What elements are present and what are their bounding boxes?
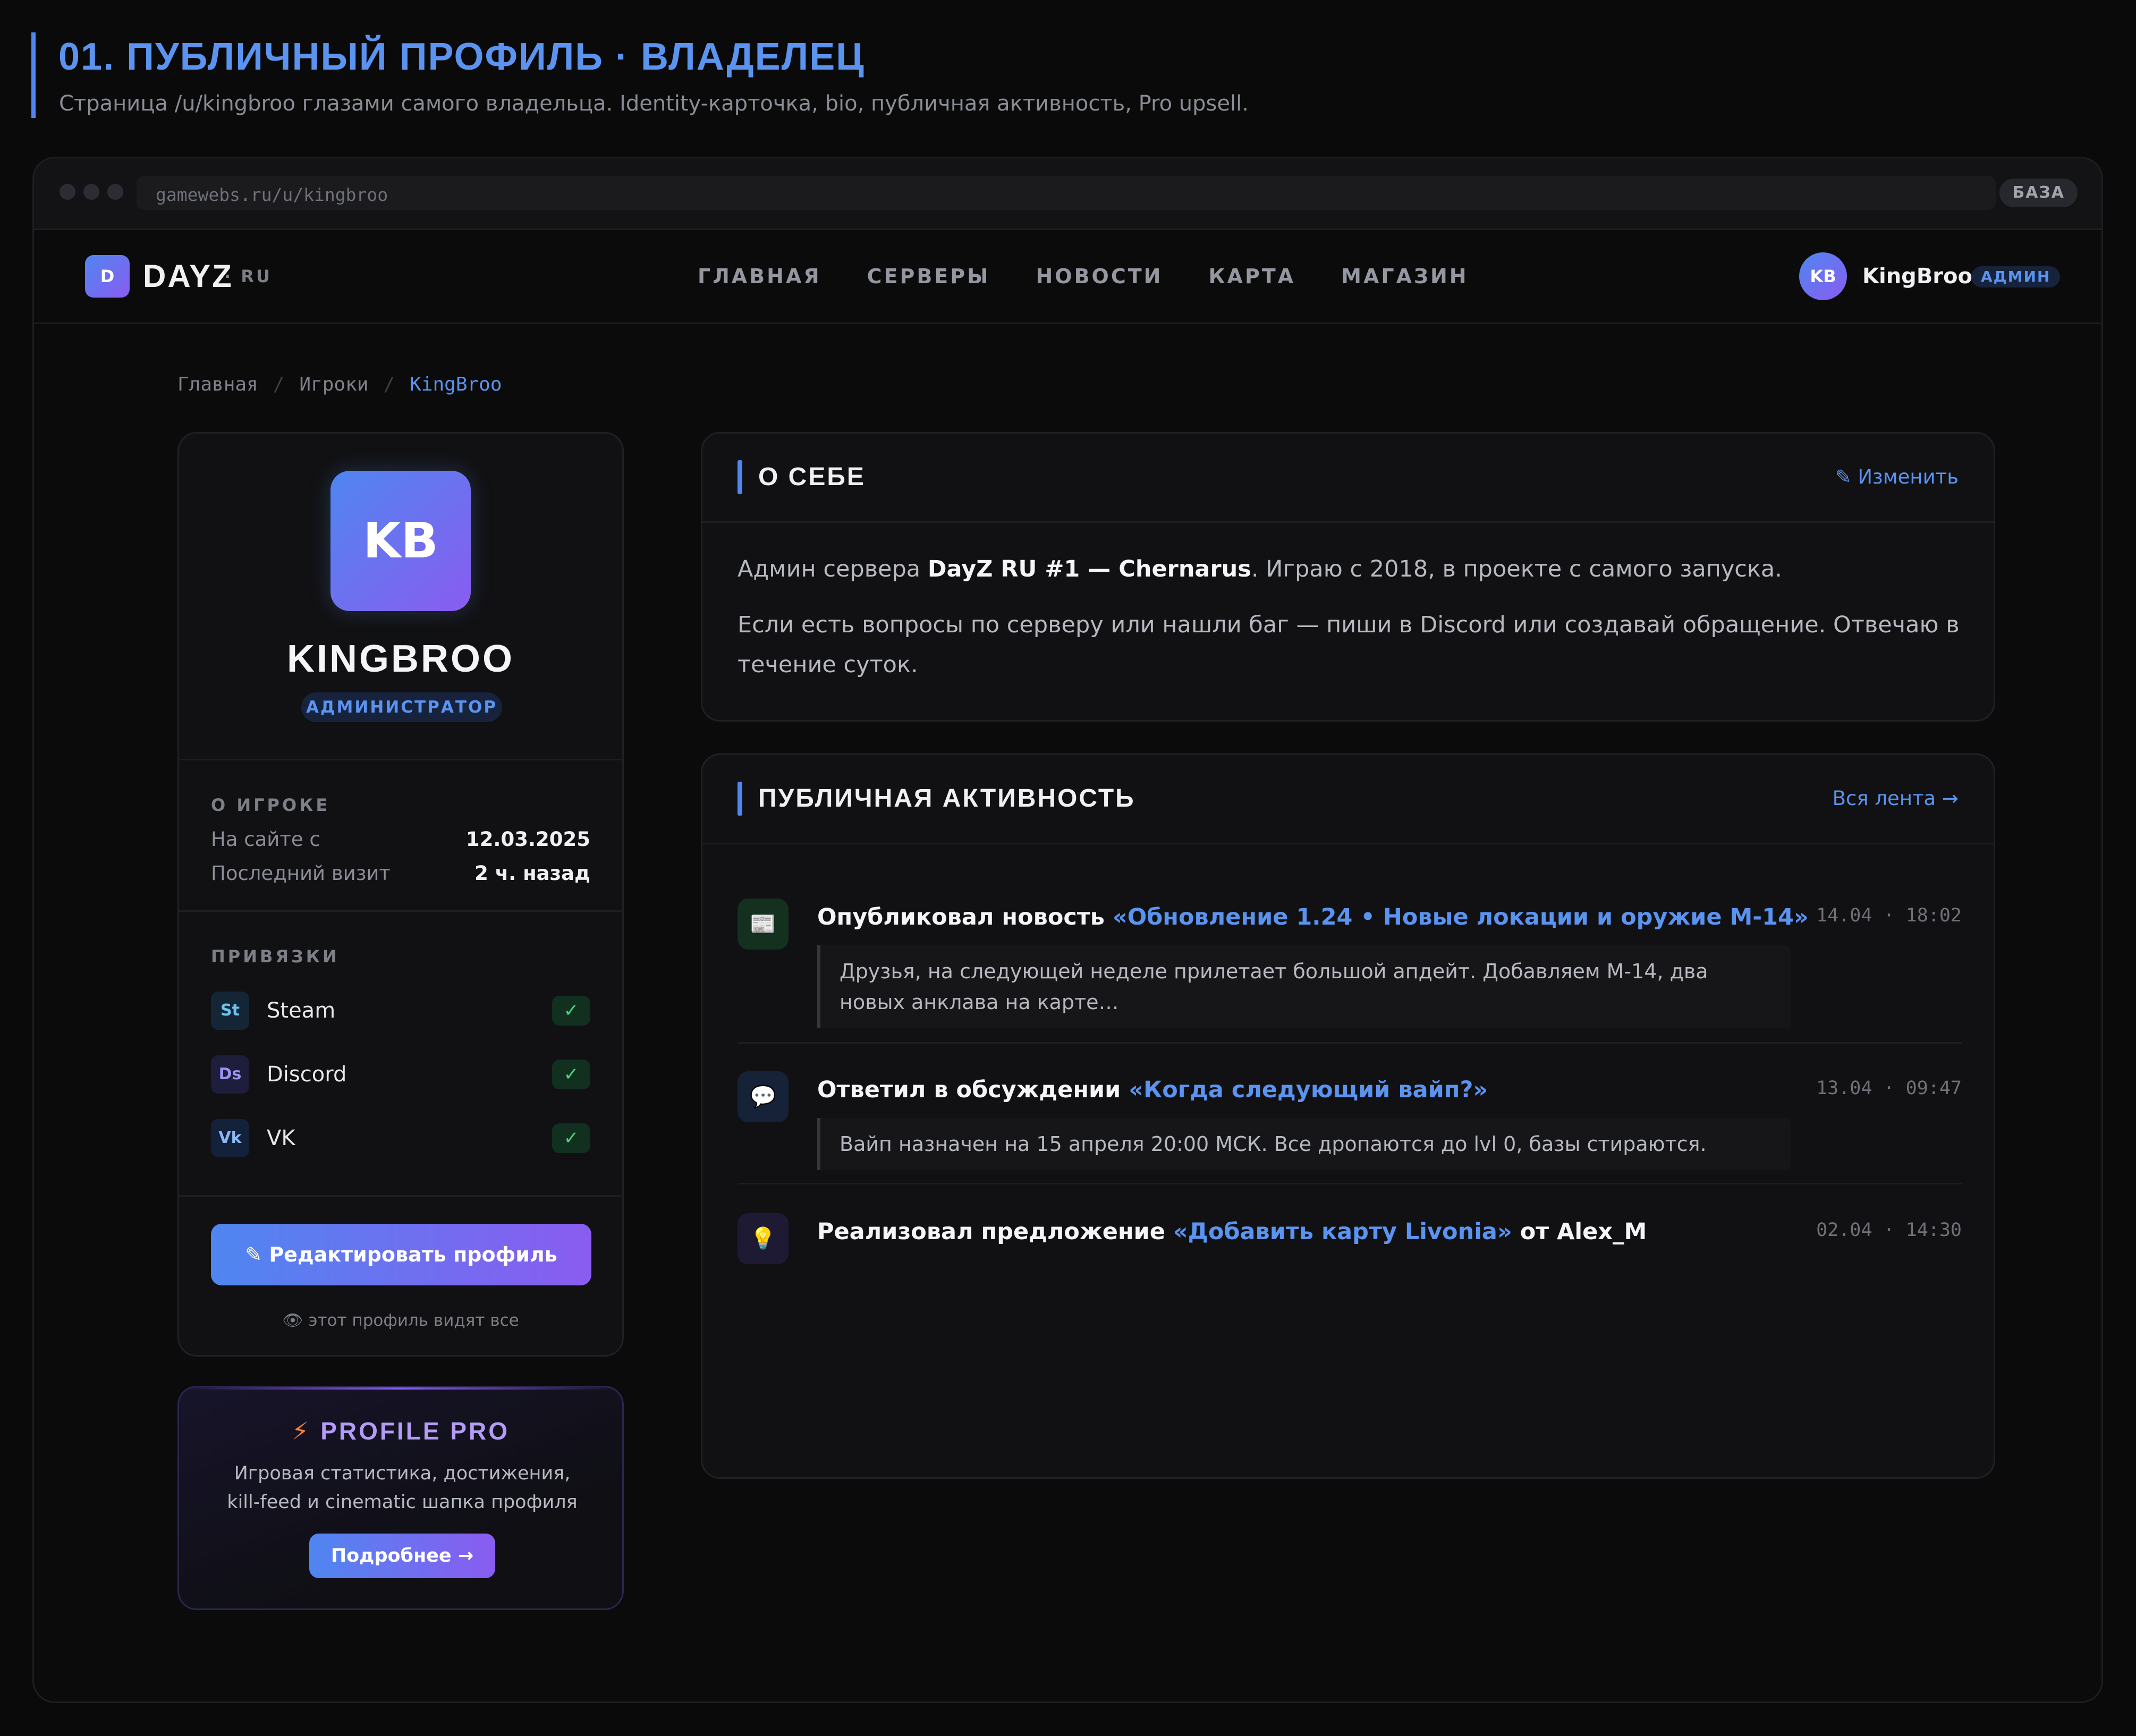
newspaper-icon: 📰 [738, 899, 789, 950]
page: 01. ПУБЛИЧНЫЙ ПРОФИЛЬ · ВЛАДЕЛЕЦ Страниц… [0, 0, 2136, 1736]
activity-link[interactable]: «Обновление 1.24 • Новые локации и оружи… [1113, 904, 1809, 930]
logo-wordmark[interactable]: DAYZ [143, 255, 233, 298]
about-text: . Играю с 2018, в проекте с самого запус… [1251, 556, 1782, 582]
logo-suffix: · RU [224, 266, 272, 286]
activity-separator [738, 1042, 1962, 1044]
joined-label: На сайте с [211, 828, 320, 851]
activity-action: Реализовал предложение [817, 1218, 1173, 1245]
about-text: Админ сервера [738, 556, 928, 582]
check-icon: ✓ [552, 1123, 590, 1153]
logo-icon[interactable]: D [85, 255, 130, 298]
header-accent [738, 782, 742, 816]
activity-quote: Вайп назначен на 15 апреля 20:00 МСК. Вс… [817, 1118, 1791, 1170]
pro-more-button[interactable]: Подробнее → [309, 1534, 495, 1578]
profile-card: KB KINGBROO АДМИНИСТРАТОР О ИГРОКЕ На са… [177, 432, 624, 1357]
breadcrumb-separator: / [383, 374, 395, 395]
about-card: О СЕБЕ ✎ Изменить Админ сервера DayZ RU … [701, 432, 1995, 722]
about-card-header: О СЕБЕ ✎ Изменить [702, 434, 1994, 523]
activity-action: Опубликовал новость [817, 904, 1113, 930]
profile-role-badge: АДМИНИСТРАТОР [301, 692, 502, 722]
profile-avatar: KB [330, 471, 471, 611]
activity-action: Ответил в обсуждении [817, 1077, 1129, 1103]
activity-text: Реализовал предложение «Добавить карту L… [817, 1218, 1647, 1245]
activity-text: Ответил в обсуждении «Когда следующий ва… [817, 1077, 1488, 1103]
title-accent-bar [31, 32, 36, 118]
pro-description: Игровая статистика, достижения, kill-fee… [227, 1463, 578, 1513]
profile-name: KINGBROO [287, 638, 514, 680]
last-visit-value: 2 ч. назад [474, 862, 590, 885]
nav-link-news[interactable]: НОВОСТИ [1036, 265, 1163, 288]
address-bar[interactable]: gamewebs.ru/u/kingbroo [137, 176, 1996, 210]
pro-title-text: PROFILE PRO [320, 1417, 510, 1445]
activity-all-link[interactable]: Вся лента → [1833, 782, 1959, 816]
lightbulb-icon: 💡 [738, 1213, 789, 1264]
nav-link-servers[interactable]: СЕРВЕРЫ [867, 265, 990, 288]
speech-bubble-icon: 💬 [738, 1071, 789, 1122]
pro-title: ⚡ PROFILE PRO [179, 1417, 622, 1445]
breadcrumb-separator: / [273, 374, 285, 395]
header-accent [738, 460, 742, 494]
link-name-steam: Steam [267, 998, 336, 1023]
pro-upsell-card: ⚡ PROFILE PRO Игровая статистика, достиже… [177, 1386, 624, 1610]
about-paragraph-2: Если есть вопросы по серверу или нашли б… [738, 612, 1960, 678]
nav-links: ГЛАВНАЯ СЕРВЕРЫ НОВОСТИ КАРТА МАГАЗИН [698, 255, 1469, 298]
divider [179, 910, 622, 912]
divider [179, 759, 622, 760]
discord-icon: Ds [211, 1055, 249, 1094]
lightning-icon: ⚡ [291, 1417, 311, 1445]
window-maximize-dot[interactable] [107, 184, 123, 200]
check-icon: ✓ [552, 996, 590, 1026]
joined-value: 12.03.2025 [465, 828, 590, 851]
browser-chrome: gamewebs.ru/u/kingbroo БАЗА [34, 158, 2101, 230]
breadcrumb-home[interactable]: Главная [177, 374, 258, 395]
about-server-name: DayZ RU #1 — Chernarus [927, 556, 1251, 582]
activity-suffix: от Alex_M [1512, 1218, 1647, 1245]
breadcrumb: Главная / Игроки / KingBroo [177, 374, 502, 395]
activity-text: Опубликовал новость «Обновление 1.24 • Н… [817, 904, 1809, 930]
activity-link[interactable]: «Добавить карту Livonia» [1173, 1218, 1512, 1245]
breadcrumb-players[interactable]: Игроки [299, 374, 368, 395]
page-subtitle: Страница /u/kingbroo глазами самого влад… [59, 91, 1249, 116]
nav-link-shop[interactable]: МАГАЗИН [1341, 265, 1468, 288]
window-minimize-dot[interactable] [83, 184, 99, 200]
steam-icon: St [211, 992, 249, 1030]
about-edit-link[interactable]: ✎ Изменить [1835, 460, 1959, 494]
last-visit-label: Последний визит [211, 862, 391, 885]
breadcrumb-current: KingBroo [410, 374, 502, 395]
vk-icon: Vk [211, 1119, 249, 1157]
activity-separator [738, 1183, 1962, 1184]
activity-time: 14.04 · 18:02 [1816, 905, 1962, 926]
env-badge: БАЗА [1999, 179, 2078, 207]
browser-window: gamewebs.ru/u/kingbroo БАЗА D DAYZ · RU … [32, 157, 2103, 1703]
window-close-dot[interactable] [60, 184, 75, 200]
visibility-note: 👁 этот профиль видят все [282, 1311, 519, 1330]
activity-time: 13.04 · 09:47 [1816, 1078, 1962, 1099]
about-paragraph-1: Админ сервера DayZ RU #1 — Chernarus. Иг… [738, 549, 1960, 589]
check-icon: ✓ [552, 1060, 590, 1089]
activity-card-header: ПУБЛИЧНАЯ АКТИВНОСТЬ Вся лента → [702, 755, 1994, 844]
user-role-badge: АДМИН [1971, 266, 2061, 287]
activity-title: ПУБЛИЧНАЯ АКТИВНОСТЬ [758, 784, 1135, 812]
site-nav: D DAYZ · RU ГЛАВНАЯ СЕРВЕРЫ НОВОСТИ КАРТ… [34, 228, 2101, 324]
edit-profile-button[interactable]: ✎ Редактировать профиль [211, 1224, 591, 1285]
user-name[interactable]: KingBroo [1862, 252, 1972, 300]
activity-card: ПУБЛИЧНАЯ АКТИВНОСТЬ Вся лента → 📰 Опубл… [701, 753, 1995, 1479]
pro-glow-line [179, 1387, 622, 1390]
user-avatar[interactable]: KB [1799, 252, 1847, 300]
activity-link[interactable]: «Когда следующий вайп?» [1129, 1077, 1488, 1103]
link-name-vk: VK [267, 1126, 295, 1150]
divider [179, 1195, 622, 1197]
section-label-links: ПРИВЯЗКИ [211, 946, 340, 967]
activity-quote: Друзья, на следующей неделе прилетает бо… [817, 945, 1791, 1028]
section-label-about: О ИГРОКЕ [211, 795, 330, 815]
page-title: 01. ПУБЛИЧНЫЙ ПРОФИЛЬ · ВЛАДЕЛЕЦ [58, 36, 865, 78]
about-title: О СЕБЕ [758, 463, 866, 491]
activity-time: 02.04 · 14:30 [1816, 1220, 1962, 1241]
nav-link-home[interactable]: ГЛАВНАЯ [698, 265, 821, 288]
nav-link-map[interactable]: КАРТА [1208, 265, 1295, 288]
link-name-discord: Discord [267, 1062, 347, 1087]
address-url: gamewebs.ru/u/kingbroo [156, 184, 388, 205]
